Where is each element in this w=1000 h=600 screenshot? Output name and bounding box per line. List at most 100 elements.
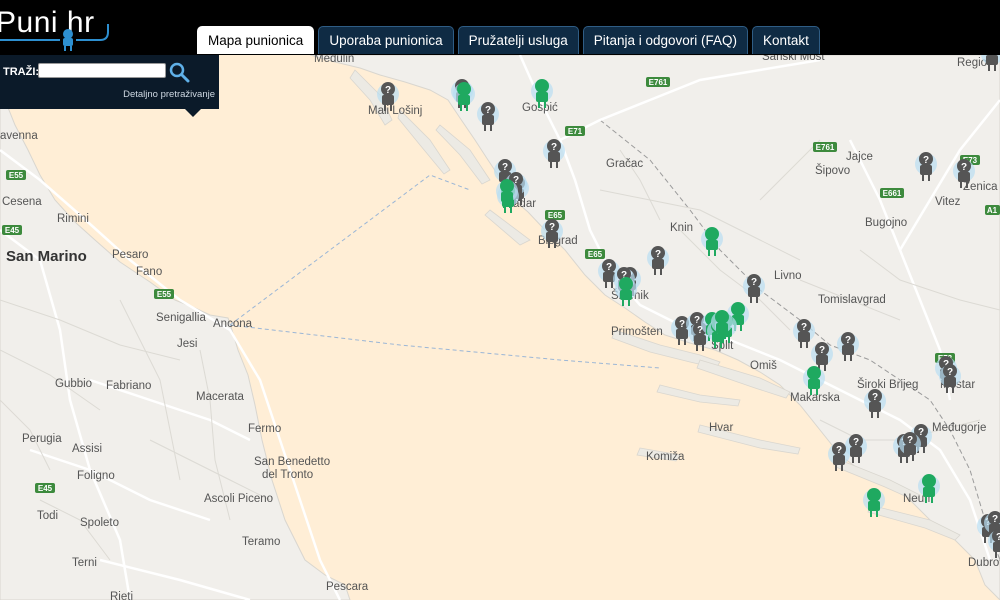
svg-text:A1: A1 (987, 206, 998, 215)
label-teramo: Teramo (242, 536, 280, 548)
label-del-tronto: del Tronto (262, 469, 313, 481)
site-logo[interactable]: Puni hr (0, 4, 112, 51)
label-gospic: Gospić (522, 102, 558, 114)
question-mark-icon: ? (872, 392, 878, 403)
tab-mapa-punionica[interactable]: Mapa punionica (197, 26, 315, 54)
label-senigallia: Senigallia (156, 312, 206, 324)
question-mark-icon: ? (996, 532, 1000, 543)
label-pescara: Pescara (326, 581, 369, 593)
question-mark-icon: ? (947, 367, 953, 378)
tab-faq[interactable]: Pitanja i odgovori (FAQ) (582, 26, 749, 54)
question-mark-icon: ? (679, 319, 685, 330)
main-nav: Mapa punionica Uporaba punionica Pružate… (197, 26, 820, 55)
label-foligno: Foligno (77, 470, 115, 482)
question-mark-icon: ? (385, 85, 391, 96)
label-spoleto: Spoleto (80, 517, 119, 529)
shield-e65-a: E65 (545, 210, 565, 220)
tab-pruzatelji-usluga[interactable]: Pružatelji usluga (457, 26, 579, 54)
label-fermo: Fermo (248, 423, 281, 435)
label-macerata: Macerata (196, 391, 245, 403)
label-terni: Terni (72, 557, 97, 569)
label-omis: Omiš (750, 360, 777, 372)
shield-a1: A1 (985, 205, 1000, 215)
label-sanski-most: Sanski Most (762, 55, 825, 63)
label-jajce: Jajce (846, 151, 873, 163)
label-jesi: Jesi (177, 338, 197, 350)
shield-e45-b: E45 (35, 483, 55, 493)
shield-e45-a: E45 (2, 225, 22, 235)
svg-text:E65: E65 (548, 211, 563, 220)
search-icon[interactable] (168, 61, 190, 83)
label-cesena: Cesena (2, 196, 42, 208)
shield-e65-b: E65 (585, 249, 605, 259)
question-mark-icon: ? (907, 435, 913, 446)
svg-text:E65: E65 (588, 250, 603, 259)
question-mark-icon: ? (551, 142, 557, 153)
label-bugojno: Bugojno (865, 217, 907, 229)
label-hvar: Hvar (709, 422, 733, 434)
question-mark-icon: ? (655, 249, 661, 260)
label-gracac: Gračac (606, 158, 643, 170)
label-makarska: Makarska (790, 392, 840, 404)
shield-e71: E71 (565, 126, 585, 136)
svg-text:E761: E761 (649, 78, 668, 87)
label-rieti: Rieti (110, 591, 133, 600)
label-gubbio: Gubbio (55, 378, 92, 390)
question-mark-icon: ? (751, 277, 757, 288)
label-assisi: Assisi (72, 443, 102, 455)
label-komiza: Komiža (646, 451, 685, 463)
shield-e761-b: E761 (813, 142, 837, 152)
search-label: TRAŽI: (3, 66, 40, 78)
question-mark-icon: ? (801, 322, 807, 333)
label-ancona: Ancona (213, 318, 253, 330)
label-medugorje: Međugorje (932, 422, 986, 434)
question-mark-icon: ? (845, 335, 851, 346)
label-medulin: Medulin (314, 55, 354, 65)
label-vitez: Vitez (935, 196, 961, 208)
question-mark-icon: ? (923, 155, 929, 166)
tab-uporaba-punionica[interactable]: Uporaba punionica (318, 26, 454, 54)
logo-plug-icon (0, 24, 109, 51)
search-panel: TRAŽI: Detaljno pretraživanje (0, 55, 219, 109)
question-mark-icon: ? (961, 162, 967, 173)
question-mark-icon: ? (836, 445, 842, 456)
search-input[interactable] (38, 63, 166, 78)
label-mali-losinj: Mali Lošinj (368, 105, 422, 117)
label-livno: Livno (774, 270, 802, 282)
label-zenica: Zenica (963, 181, 998, 193)
label-siroki-brijeg: Široki Brijeg (857, 378, 918, 391)
label-primosten: Primošten (611, 326, 663, 338)
question-mark-icon: ? (992, 514, 998, 525)
svg-text:E55: E55 (157, 290, 172, 299)
svg-text:E55: E55 (9, 171, 24, 180)
label-san-marino: San Marino (6, 248, 87, 265)
svg-text:E661: E661 (883, 189, 902, 198)
question-mark-icon: ? (549, 222, 555, 233)
map-svg: E55 E45 E55 E45 E65 E71 E761 E65 E761 E6… (0, 55, 1000, 600)
advanced-search-link[interactable]: Detaljno pretraživanje (123, 89, 215, 100)
tab-kontakt[interactable]: Kontakt (752, 26, 820, 54)
label-todi: Todi (37, 510, 58, 522)
label-ascoli-piceno: Ascoli Piceno (204, 493, 273, 505)
header: Puni hr Mapa punionica Uporaba punionica… (0, 0, 1000, 55)
question-mark-icon: ? (606, 262, 612, 273)
question-mark-icon: ? (853, 437, 859, 448)
label-san-benedetto: San Benedetto (254, 456, 330, 468)
label-tomislavgrad: Tomislavgrad (818, 294, 886, 306)
question-mark-icon: ? (918, 427, 924, 438)
shield-e55-b: E55 (154, 289, 174, 299)
svg-text:E45: E45 (38, 484, 53, 493)
map-canvas[interactable]: E55 E45 E55 E45 E65 E71 E761 E65 E761 E6… (0, 55, 1000, 600)
search-panel-pointer (184, 108, 202, 117)
question-mark-icon: ? (485, 105, 491, 116)
label-pesaro: Pesaro (112, 249, 148, 261)
question-mark-icon: ? (819, 345, 825, 356)
shield-e761-a: E761 (646, 77, 670, 87)
label-rimini: Rimini (57, 213, 89, 225)
shield-e661: E661 (880, 188, 904, 198)
svg-text:E45: E45 (5, 226, 20, 235)
question-mark-icon: ? (502, 162, 508, 173)
label-perugia: Perugia (22, 433, 62, 445)
label-fabriano: Fabriano (106, 380, 151, 392)
label-fano: Fano (136, 266, 162, 278)
